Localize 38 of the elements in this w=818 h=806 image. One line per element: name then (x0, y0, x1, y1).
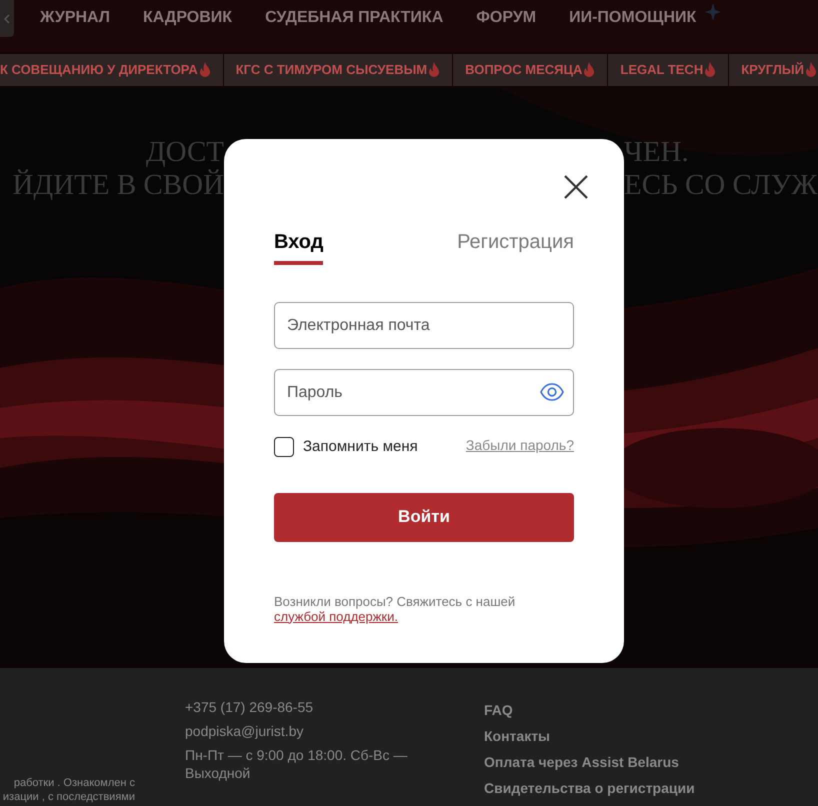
email-field[interactable]: Электронная почта (274, 302, 574, 349)
flame-icon (583, 62, 596, 78)
footer-legal-text: изации , с последствиями (2, 790, 135, 804)
flame-icon (428, 62, 440, 78)
footer-legal-text: работки . Ознакомлен с (14, 776, 135, 790)
flame-icon (198, 62, 211, 78)
login-button[interactable]: Войти (274, 492, 574, 542)
eye-icon[interactable] (540, 383, 564, 401)
password-field[interactable]: Пароль (274, 369, 574, 416)
flame-icon (704, 62, 716, 78)
auth-tab[interactable]: Вход (274, 227, 324, 265)
forgot-password-link[interactable]: Забыли пароль? (466, 434, 574, 456)
remember-checkbox[interactable] (274, 437, 294, 458)
topic-tab[interactable]: ВОПРОС МЕСЯЦА (453, 54, 608, 86)
footer-link[interactable]: Контакты (484, 727, 818, 745)
footer-contact-text: podpiska@jurist.by (185, 722, 304, 740)
nav-link[interactable]: ИИ-ПОМОЩНИК (569, 6, 696, 30)
topic-tab[interactable]: LEGAL TECH (608, 54, 730, 86)
sparkle-icon (705, 2, 722, 20)
auth-tab[interactable]: Регистрация (457, 227, 574, 265)
topic-tab[interactable]: КРУГЛЫЙ (729, 54, 818, 86)
nav-link[interactable]: ЖУРНАЛ (40, 6, 110, 30)
footer-link[interactable]: FAQ (484, 701, 818, 719)
flame-icon (804, 62, 817, 78)
footer-link[interactable]: Оплата через Assist Belarus (484, 753, 818, 771)
topic-tab[interactable]: К СОВЕЩАНИЮ У ДИРЕКТОРА (0, 54, 224, 86)
topic-tab[interactable]: КГС С ТИМУРОМ СЫСУЕВЫМ (224, 54, 454, 86)
close-icon[interactable] (562, 173, 590, 201)
nav-link[interactable]: ФОРУМ (476, 6, 536, 30)
support-link[interactable]: службой поддержки. (274, 608, 398, 624)
footer-contact-text: Пн-Пт — с 9:00 до 18:00. Сб-Вс — Выходной (185, 746, 408, 782)
chevron-icon (3, 14, 11, 24)
footer-contact-text: +375 (17) 269-86-55 (185, 698, 314, 716)
help-text: Возникли вопросы? Свяжитесь с нашей службой поддержки. (274, 594, 516, 624)
remember-label: Запомнить меня (303, 437, 418, 457)
nav-link[interactable]: СУДЕБНАЯ ПРАКТИКА (265, 6, 444, 30)
footer-link[interactable]: Свидетельства о регистрации (484, 779, 818, 797)
nav-link[interactable]: КАДРОВИК (143, 6, 232, 30)
